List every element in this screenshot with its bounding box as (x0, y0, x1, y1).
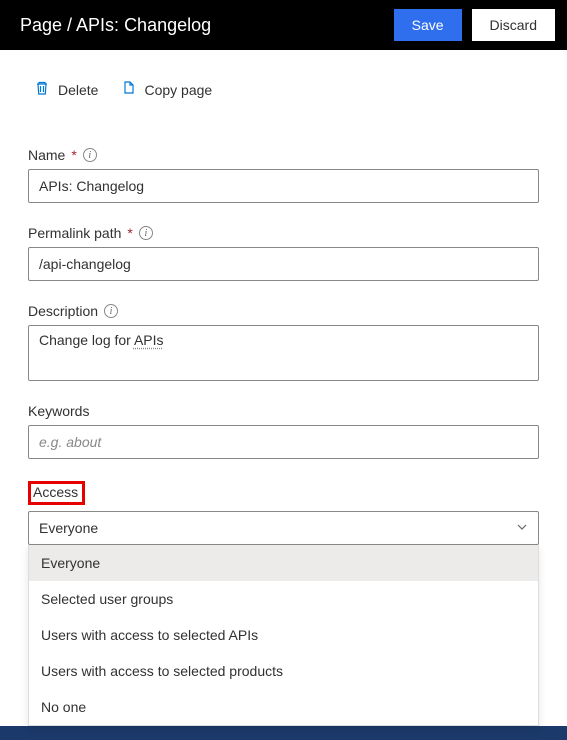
name-input[interactable] (28, 169, 539, 203)
access-label: Access (33, 484, 78, 500)
keywords-field-group: Keywords (28, 403, 539, 459)
bottom-bar (0, 726, 567, 740)
access-option[interactable]: Users with access to selected APIs (29, 617, 538, 653)
access-option[interactable]: Selected user groups (29, 581, 538, 617)
discard-button[interactable]: Discard (472, 9, 555, 41)
access-label-highlight: Access (28, 481, 85, 505)
description-label: Description i (28, 303, 539, 319)
chevron-down-icon (516, 520, 528, 536)
save-button[interactable]: Save (394, 9, 462, 41)
access-option[interactable]: No one (29, 689, 538, 725)
name-field-group: Name * i (28, 147, 539, 203)
info-icon[interactable]: i (83, 148, 97, 162)
access-field-group: Access Everyone Everyone Selected user g… (28, 481, 539, 545)
delete-button[interactable]: Delete (34, 80, 98, 99)
copy-label: Copy page (144, 82, 212, 98)
access-selected-value: Everyone (39, 520, 98, 536)
access-option[interactable]: Everyone (29, 545, 538, 581)
info-icon[interactable]: i (104, 304, 118, 318)
keywords-input[interactable] (28, 425, 539, 459)
description-input[interactable]: Change log for APIs (28, 325, 539, 381)
permalink-field-group: Permalink path * i (28, 225, 539, 281)
permalink-input[interactable] (28, 247, 539, 281)
required-indicator: * (127, 225, 132, 241)
description-field-group: Description i Change log for APIs (28, 303, 539, 381)
name-label: Name * i (28, 147, 539, 163)
toolbar: Delete Copy page (34, 80, 539, 99)
access-dropdown: Everyone Selected user groups Users with… (28, 545, 539, 726)
access-select[interactable]: Everyone (28, 511, 539, 545)
required-indicator: * (71, 147, 76, 163)
copy-page-button[interactable]: Copy page (120, 80, 212, 99)
access-option[interactable]: Users with access to selected products (29, 653, 538, 689)
page-header: Page / APIs: Changelog Save Discard (0, 0, 567, 50)
page-title: Page / APIs: Changelog (20, 15, 394, 36)
keywords-label: Keywords (28, 403, 539, 419)
permalink-label: Permalink path * i (28, 225, 539, 241)
info-icon[interactable]: i (139, 226, 153, 240)
content-area: Delete Copy page Name * i Permalink path… (0, 50, 567, 545)
trash-icon (34, 80, 50, 99)
copy-icon (120, 80, 136, 99)
delete-label: Delete (58, 82, 98, 98)
